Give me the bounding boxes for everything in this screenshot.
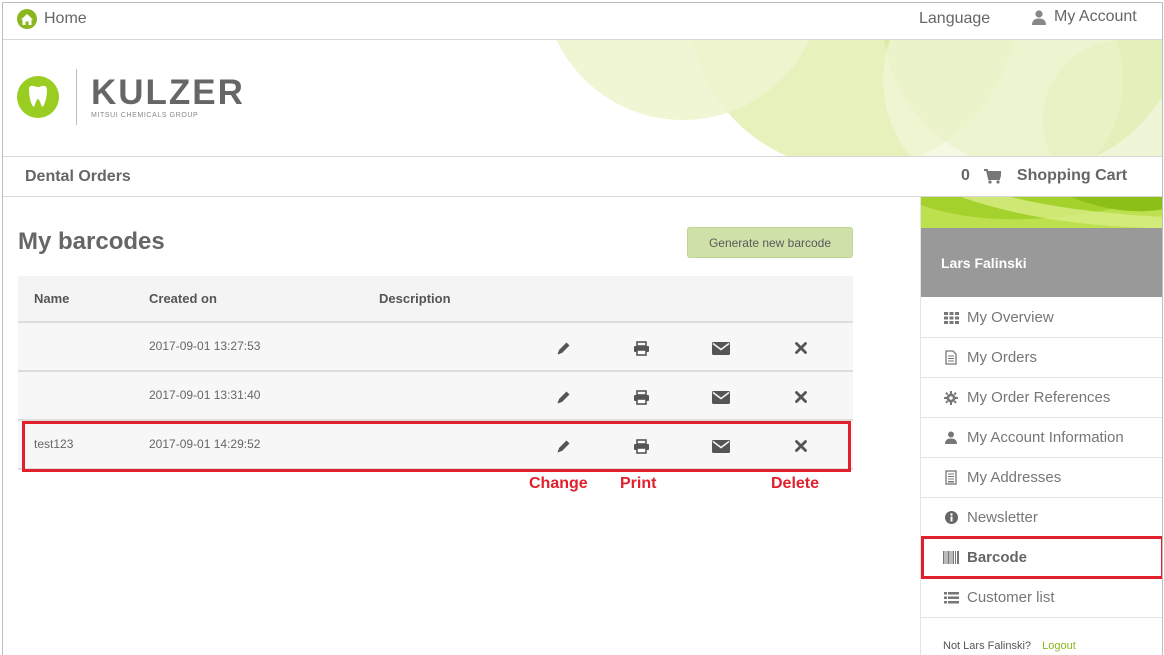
gear-icon — [943, 390, 959, 406]
table-row: 2017-09-01 13:31:40 — [18, 372, 853, 421]
list-icon — [943, 590, 959, 606]
top-bar: Home Language My Account — [3, 3, 1162, 40]
edit-pencil-icon[interactable] — [553, 338, 573, 358]
home-link[interactable]: Home — [17, 9, 87, 29]
nav-bar: Dental Orders 0 Shopping Cart — [3, 157, 1162, 197]
shopping-cart-link[interactable]: 0 Shopping Cart — [961, 167, 1127, 185]
user-name: Lars Falinski — [941, 255, 1027, 271]
home-label: Home — [44, 10, 87, 27]
sidebar-item-my-overview[interactable]: My Overview — [921, 298, 1162, 338]
my-account-label: My Account — [1054, 8, 1137, 25]
logout-link[interactable]: Logout — [1042, 640, 1076, 652]
document-icon — [943, 350, 959, 366]
logo-text: KULZER MITSUI CHEMICALS GROUP — [91, 73, 245, 120]
logo-divider — [76, 69, 77, 125]
sidebar-item-label: Customer list — [967, 589, 1055, 606]
sidebar-item-label: My Orders — [967, 349, 1038, 366]
tooth-logo-icon — [17, 76, 59, 118]
kulzer-logo[interactable]: KULZER MITSUI CHEMICALS GROUP — [16, 69, 245, 125]
barcode-highlight-annotation — [921, 536, 1162, 579]
edit-pencil-icon[interactable] — [553, 387, 573, 407]
my-account-link[interactable]: My Account — [1032, 8, 1137, 26]
info-icon — [943, 510, 959, 526]
language-menu[interactable]: Language — [919, 10, 990, 28]
email-envelope-icon[interactable] — [711, 387, 731, 407]
table-header: Name Created on Description — [18, 276, 853, 323]
sidebar-item-label: My Overview — [967, 309, 1054, 326]
sidebar-item-my-account-information[interactable]: My Account Information — [921, 418, 1162, 458]
sidebar-decoration — [921, 197, 1162, 228]
print-icon[interactable] — [631, 387, 651, 407]
cart-icon — [983, 168, 1001, 184]
column-header-name: Name — [34, 291, 70, 306]
brand-tagline: MITSUI CHEMICALS GROUP — [91, 112, 199, 119]
sidebar-item-my-orders[interactable]: My Orders — [921, 338, 1162, 378]
brand-name: KULZER — [91, 73, 245, 112]
user-box: Lars Falinski — [921, 228, 1162, 297]
dental-orders-link[interactable]: Dental Orders — [25, 168, 131, 186]
row-created: 2017-09-01 13:27:53 — [149, 339, 261, 353]
sidebar-item-customer-list[interactable]: Customer list — [921, 578, 1162, 618]
not-user-line: Not Lars Falinski? Logout — [943, 640, 1076, 652]
not-user-text: Not Lars Falinski? — [943, 640, 1032, 652]
page-frame: Home Language My Account KULZER MITSUI C… — [2, 2, 1163, 655]
cart-count: 0 — [961, 167, 970, 184]
sidebar-item-label: My Account Information — [967, 429, 1124, 446]
sidebar-item-label: My Order References — [967, 389, 1111, 406]
home-icon — [17, 9, 37, 29]
account-sidebar: Lars Falinski My Overview My Orders My O… — [920, 197, 1162, 655]
page-title: My barcodes — [18, 228, 165, 255]
grid-icon — [943, 310, 959, 326]
sidebar-item-label: Newsletter — [967, 509, 1038, 526]
print-annotation-label: Print — [620, 475, 657, 492]
change-annotation-label: Change — [529, 475, 588, 492]
sidebar-item-newsletter[interactable]: Newsletter — [921, 498, 1162, 538]
user-icon — [1032, 9, 1046, 25]
table-row: 2017-09-01 13:27:53 — [18, 323, 853, 372]
column-header-description: Description — [379, 291, 451, 306]
column-header-created: Created on — [149, 291, 217, 306]
sidebar-item-my-addresses[interactable]: My Addresses — [921, 458, 1162, 498]
cart-label: Shopping Cart — [1016, 167, 1128, 184]
brand-banner: KULZER MITSUI CHEMICALS GROUP — [3, 40, 1162, 157]
address-book-icon — [943, 470, 959, 486]
delete-annotation-label: Delete — [771, 475, 820, 492]
generate-barcode-button[interactable]: Generate new barcode — [687, 227, 853, 258]
sidebar-item-label: My Addresses — [967, 469, 1062, 486]
delete-x-icon[interactable] — [791, 387, 811, 407]
sidebar-item-my-order-references[interactable]: My Order References — [921, 378, 1162, 418]
row-created: 2017-09-01 13:31:40 — [149, 388, 261, 402]
row-highlight-annotation — [22, 421, 851, 472]
print-icon[interactable] — [631, 338, 651, 358]
email-envelope-icon[interactable] — [711, 338, 731, 358]
user-icon — [943, 430, 959, 446]
delete-x-icon[interactable] — [791, 338, 811, 358]
